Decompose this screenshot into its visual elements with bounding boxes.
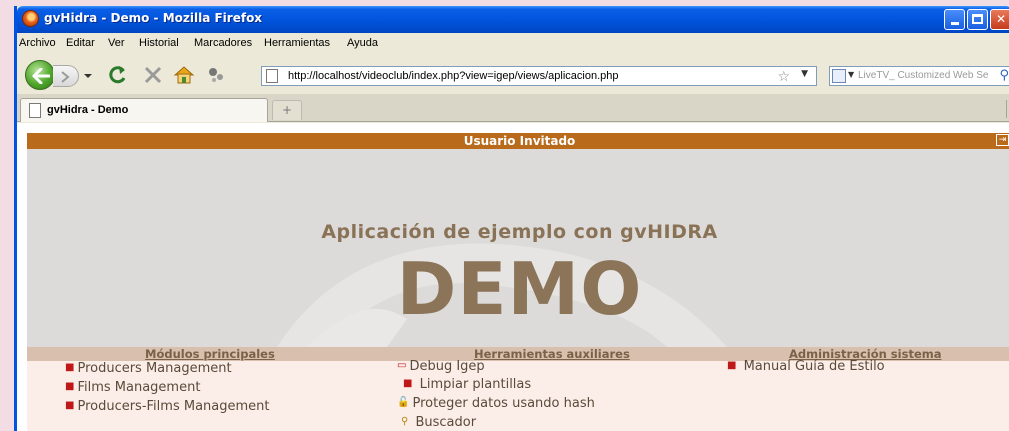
url-dropdown-icon[interactable]: ▼ [801, 69, 808, 79]
menu-bar: Archivo Editar Ver Historial Marcadores … [17, 33, 1009, 54]
user-bar: Usuario Invitado ⇥ [27, 133, 1009, 149]
book-icon: ■ [403, 378, 413, 389]
link-buscador[interactable]: ⚲ Buscador [401, 415, 476, 430]
close-icon: ✕ [995, 12, 1007, 26]
desktop-background [0, 0, 14, 431]
link-manual-guia-estilo[interactable]: ■ Manual Guía de Estilo [727, 359, 885, 374]
lock-icon: 🔓 [397, 397, 410, 408]
page-content: Usuario Invitado ⇥ Aplicación de ejemplo… [17, 123, 1009, 431]
module-icon: ■ [65, 381, 75, 392]
window-title: gvHidra - Demo - Mozilla Firefox [44, 11, 263, 25]
reload-icon[interactable] [107, 64, 129, 86]
hero-subtitle: Aplicación de ejemplo con gvHIDRA [321, 221, 718, 243]
book-icon: ■ [727, 360, 737, 371]
search-bar[interactable]: ▼ LiveTV_ Customized Web Se ⚲ [829, 66, 1009, 86]
link-limpiar-plantillas[interactable]: ■ Limpiar plantillas [403, 377, 531, 392]
url-bar[interactable]: http://localhost/videoclub/index.php?vie… [261, 66, 817, 86]
hero-banner: Aplicación de ejemplo con gvHIDRA DEMO [27, 149, 1009, 347]
browser-window: gvHidra - Demo - Mozilla Firefox ✕ Archi… [14, 6, 1009, 431]
search-input[interactable]: LiveTV_ Customized Web Se [858, 70, 988, 81]
module-icon: ■ [65, 362, 75, 373]
history-dropdown-icon[interactable] [83, 68, 93, 82]
page-icon [29, 103, 41, 118]
section-heading-herramientas: Herramientas auxiliares [474, 347, 630, 361]
new-tab-button[interactable]: + [272, 100, 302, 120]
firefox-icon [22, 10, 39, 27]
maximize-button[interactable] [967, 9, 988, 30]
link-producers-management[interactable]: ■ Producers Management [65, 361, 232, 376]
search-engine-icon[interactable] [832, 69, 846, 83]
section-links: ■ Producers Management ■ Films Management … [27, 359, 1009, 431]
home-icon[interactable] [173, 64, 195, 86]
forward-arrow-icon [61, 71, 70, 83]
search-engine-dropdown-icon[interactable]: ▼ [848, 70, 854, 79]
title-bar[interactable]: gvHidra - Demo - Mozilla Firefox ✕ [17, 6, 1009, 33]
forward-button[interactable] [53, 65, 79, 87]
tab-gvhidra-demo[interactable]: gvHidra - Demo [20, 98, 268, 122]
back-button[interactable] [25, 60, 55, 90]
minimize-icon [950, 22, 959, 25]
menu-marcadores[interactable]: Marcadores [194, 37, 252, 49]
close-button[interactable]: ✕ [990, 9, 1009, 30]
menu-ayuda[interactable]: Ayuda [347, 37, 378, 49]
speech-bubble-icon: ▭ [397, 360, 407, 371]
magnifier-icon: ⚲ [401, 416, 409, 427]
menu-herramientas[interactable]: Herramientas [264, 37, 330, 49]
link-films-management[interactable]: ■ Films Management [65, 380, 200, 395]
addon-icon[interactable] [205, 64, 227, 86]
menu-ver[interactable]: Ver [108, 37, 125, 49]
menu-editar[interactable]: Editar [66, 37, 95, 49]
minimize-button[interactable] [944, 9, 965, 30]
search-icon[interactable]: ⚲ [999, 68, 1009, 83]
section-heading-modulos: Módulos principales [145, 347, 275, 361]
logout-icon[interactable]: ⇥ [996, 134, 1009, 146]
user-label: Usuario Invitado [463, 134, 576, 148]
url-text[interactable]: http://localhost/videoclub/index.php?vie… [288, 70, 619, 82]
tab-label: gvHidra - Demo [47, 104, 129, 116]
bookmark-star-icon[interactable]: ☆ [777, 69, 790, 85]
navigation-toolbar: http://localhost/videoclub/index.php?vie… [17, 54, 1009, 94]
menu-historial[interactable]: Historial [139, 37, 179, 49]
module-icon: ■ [65, 400, 75, 411]
tab-bar: gvHidra - Demo + [17, 94, 1009, 122]
back-arrow-icon [32, 68, 50, 84]
link-producers-films-management[interactable]: ■ Producers-Films Management [65, 399, 269, 414]
link-debug-igep[interactable]: ▭ Debug Igep [397, 359, 485, 374]
link-proteger-datos[interactable]: 🔓 Proteger datos usando hash [397, 396, 595, 411]
menu-archivo[interactable]: Archivo [19, 37, 56, 49]
hero-title: DEMO [396, 247, 643, 331]
page-icon [266, 69, 278, 83]
maximize-icon [972, 14, 983, 24]
stop-icon[interactable] [142, 64, 164, 86]
